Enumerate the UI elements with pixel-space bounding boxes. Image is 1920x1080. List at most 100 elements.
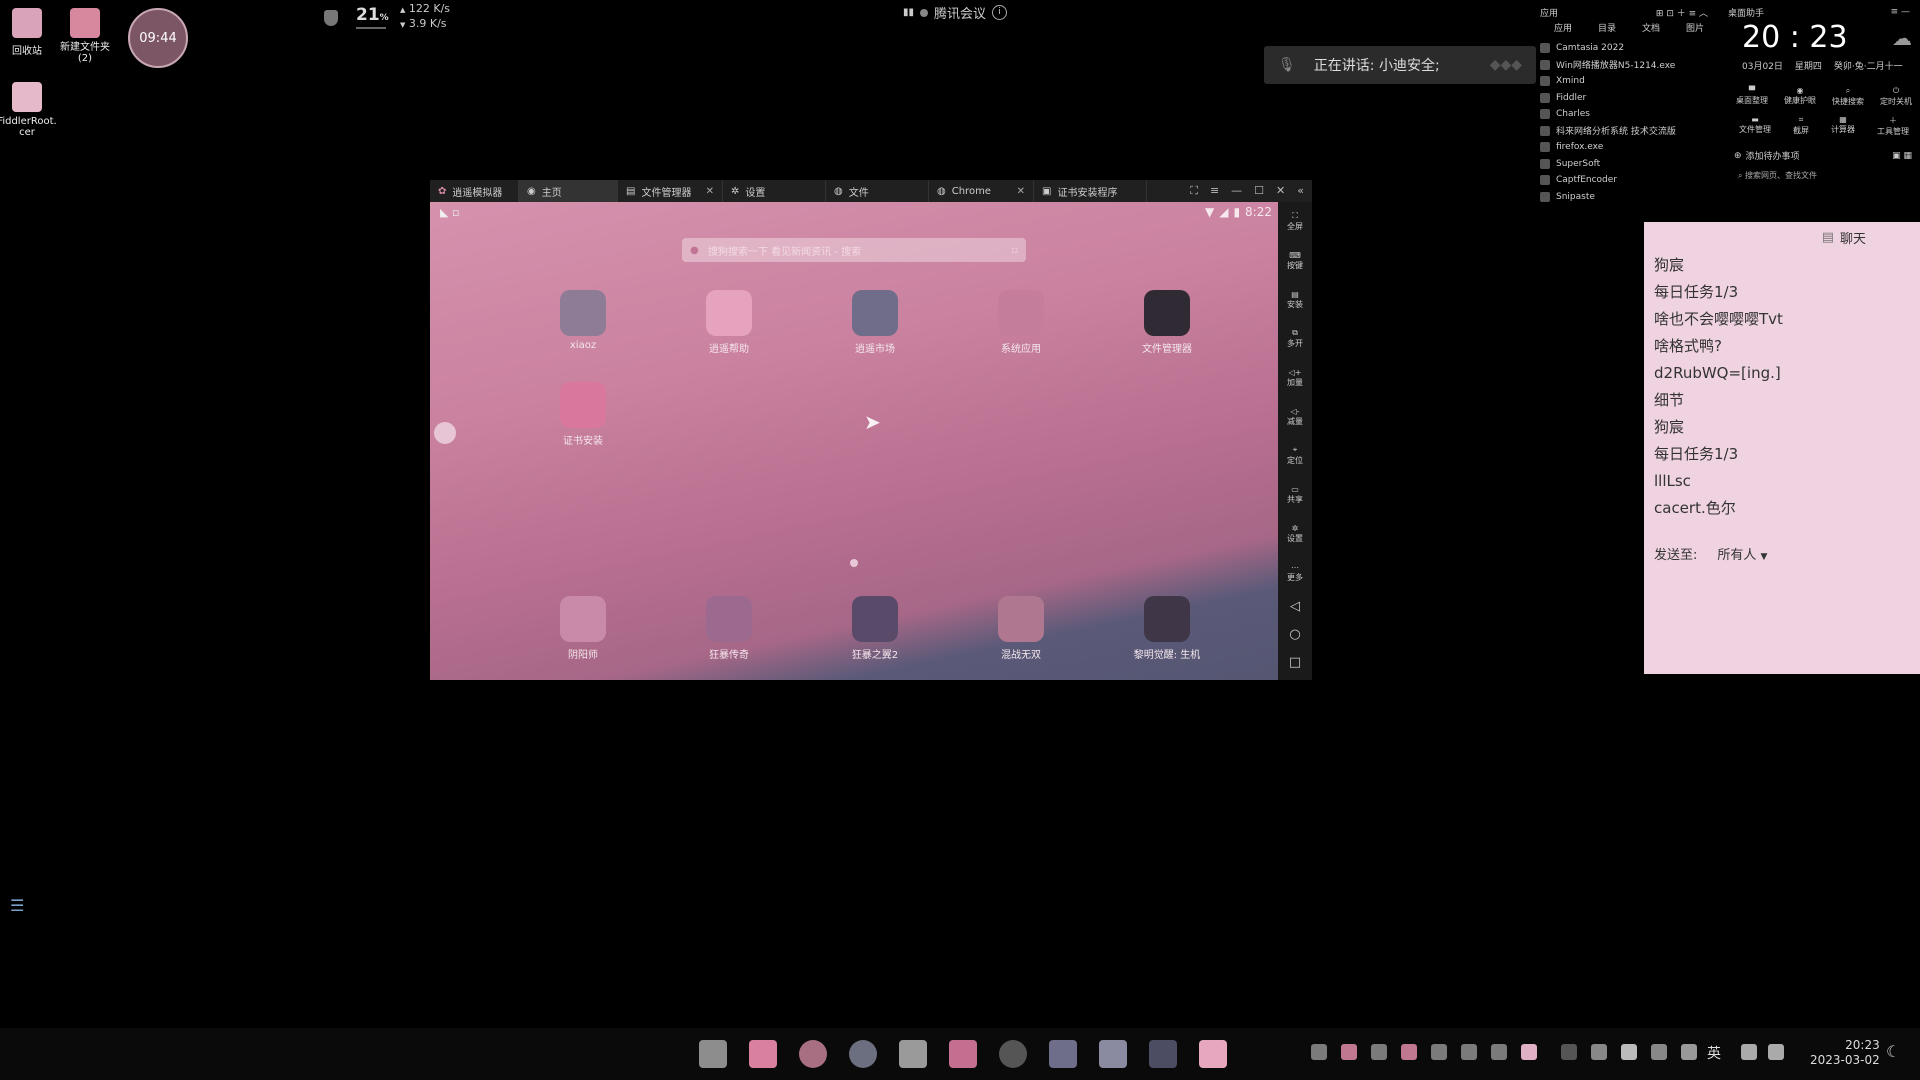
maximize-icon[interactable]: ☐ [1254, 184, 1264, 198]
tab-directory[interactable]: 目录 [1598, 21, 1616, 34]
usb-icon[interactable] [1651, 1044, 1667, 1060]
desktop-icon-fiddler-cert[interactable]: FiddlerRoot. cer [0, 82, 62, 138]
floating-ball[interactable] [434, 422, 456, 444]
clock-widget[interactable]: 09:44 [128, 8, 188, 68]
app-system-apps[interactable]: 系统应用 [976, 290, 1066, 355]
tab-images[interactable]: 图片 [1686, 21, 1704, 34]
tool-share[interactable]: ▭ 共享 [1278, 475, 1312, 514]
tool-fullscreen[interactable]: ⛶ 全屏 [1278, 202, 1312, 241]
app-xiaoz[interactable]: xiaoz [538, 290, 628, 351]
tab-documents[interactable]: 文档 [1642, 21, 1660, 34]
speaker-icon[interactable] [1768, 1044, 1784, 1060]
tool-timed-shutdown[interactable]: ⏻ 定时关机 [1880, 86, 1912, 107]
display-icon[interactable] [1741, 1044, 1757, 1060]
start-menu-icon[interactable] [699, 1040, 727, 1068]
app-cert-installer[interactable]: 证书安装 [538, 382, 628, 447]
ime-indicator[interactable]: 英 [1707, 1043, 1721, 1063]
shield-icon[interactable] [324, 10, 338, 26]
app-item[interactable]: Camtasia 2022 [1540, 40, 1708, 57]
tool-desktop-organize[interactable]: ▀ 桌面整理 [1736, 86, 1768, 107]
tray-paw-icon[interactable] [1401, 1044, 1417, 1060]
tool-more[interactable]: ⋯ 更多 [1278, 553, 1312, 592]
close-icon[interactable]: ✕ [1017, 186, 1025, 197]
tray-pie-icon[interactable] [1491, 1044, 1507, 1060]
dock-app-onmyoji[interactable]: 阴阳师 [538, 596, 628, 661]
diamond-app-icon[interactable] [1149, 1040, 1177, 1068]
tool-install-apk[interactable]: ▤ 安装 [1278, 280, 1312, 319]
file-explorer-icon[interactable] [749, 1040, 777, 1068]
tool-eye-care[interactable]: ◉ 健康护眼 [1784, 86, 1816, 107]
helper-search[interactable]: ⌕ 搜索网页、查找文件 [1728, 170, 1920, 181]
search-clear-icon[interactable]: ▫ [1011, 245, 1018, 256]
tab-emulator-home-logo[interactable]: ✿ 逍遥模拟器 [430, 180, 519, 202]
app-item[interactable]: SuperSoft [1540, 156, 1708, 173]
tool-keymap[interactable]: ⌨ 按键 [1278, 241, 1312, 280]
tool-location[interactable]: ⌖ 定位 [1278, 436, 1312, 475]
tab-settings[interactable]: ✲ 设置 [723, 180, 826, 202]
info-icon[interactable]: i [992, 5, 1008, 20]
nav-home-button[interactable]: ○ [1278, 620, 1312, 648]
app-item[interactable]: Fiddler [1540, 90, 1708, 107]
tool-manager[interactable]: ＋ 工具管理 [1877, 115, 1909, 137]
copy-icon[interactable] [1591, 1044, 1607, 1060]
desktop-icon-new-folder[interactable]: 新建文件夹 (2) [50, 8, 120, 64]
app-help[interactable]: 逍遥帮助 [684, 290, 774, 355]
tab-apps[interactable]: 应用 [1554, 21, 1572, 34]
java-icon[interactable] [1199, 1040, 1227, 1068]
app-item[interactable]: Xmind [1540, 73, 1708, 90]
fullscreen-icon[interactable]: ⛶ [1190, 184, 1198, 198]
meeting-indicator[interactable]: ▮▮ 腾讯会议 i [903, 3, 1008, 22]
close-icon[interactable]: ✕ [706, 186, 714, 197]
wechat-icon[interactable] [899, 1040, 927, 1068]
app-t-icon[interactable] [1049, 1040, 1077, 1068]
emulator-taskbar-icon[interactable] [949, 1040, 977, 1068]
tool-calculator[interactable]: ▦ 计算器 [1831, 115, 1855, 137]
image-viewer-icon[interactable] [1099, 1040, 1127, 1068]
tool-volume-up[interactable]: ◁+ 加量 [1278, 358, 1312, 397]
taskbar-clock[interactable]: 20:23 2023-03-02 [1810, 1038, 1880, 1068]
network-icon[interactable] [1561, 1044, 1577, 1060]
app-item[interactable]: Charles [1540, 106, 1708, 123]
nav-recents-button[interactable]: □ [1278, 648, 1312, 676]
tab-file-manager[interactable]: ▤ 文件管理器 ✕ [618, 180, 723, 202]
app-item[interactable]: Win网络播放器N5-1214.exe [1540, 57, 1708, 74]
tool-quick-search[interactable]: ⌕ 快捷搜索 [1832, 86, 1864, 107]
dock-app-kuangbao[interactable]: 狂暴传奇 [684, 596, 774, 661]
app-item[interactable]: firefox.exe [1540, 139, 1708, 156]
app-file-manager[interactable]: 文件管理器 [1122, 290, 1212, 355]
tool-screenshot[interactable]: ⌗ 截屏 [1793, 115, 1809, 137]
chrome-icon[interactable] [799, 1040, 827, 1068]
tray-shield-icon[interactable] [1371, 1044, 1387, 1060]
collapse-icon[interactable]: « [1297, 184, 1304, 198]
tool-multi-instance[interactable]: ⧉ 多开 [1278, 319, 1312, 358]
tray-image-icon[interactable] [1311, 1044, 1327, 1060]
list-icon[interactable]: ☰ [10, 896, 24, 915]
browser-icon[interactable] [999, 1040, 1027, 1068]
menu-icon[interactable]: ≡ [1210, 184, 1219, 198]
nav-back-button[interactable]: ◁ [1278, 592, 1312, 620]
app-item[interactable]: Snipaste [1540, 189, 1708, 206]
tool-settings[interactable]: ✲ 设置 [1278, 514, 1312, 553]
weather-cloud-icon[interactable]: ☁ [1892, 26, 1912, 50]
tab-cert-installer[interactable]: ▣ 证书安装程序 [1034, 180, 1147, 202]
add-todo[interactable]: 添加待办事项 [1746, 149, 1800, 162]
dock-app-dawn[interactable]: 黎明觉醒: 生机 [1122, 596, 1212, 661]
app-item[interactable]: 科来网络分析系统 技术交流版 [1540, 123, 1708, 140]
tab-chrome[interactable]: ◍ Chrome ✕ [929, 180, 1034, 202]
tray-monitor-icon[interactable] [1461, 1044, 1477, 1060]
tray-screen-icon[interactable] [1521, 1044, 1537, 1060]
app-item[interactable]: CaptfEncoder [1540, 172, 1708, 189]
send-to-select[interactable]: 所有人 ▼ [1717, 544, 1767, 563]
dock-app-hunzhan[interactable]: 混战无双 [976, 596, 1066, 661]
tool-volume-down[interactable]: ◁- 减量 [1278, 397, 1312, 436]
tray-emulator-icon[interactable] [1341, 1044, 1357, 1060]
moon-icon[interactable]: ☾ [1886, 1042, 1900, 1061]
edge-icon[interactable] [849, 1040, 877, 1068]
tab-files[interactable]: ◍ 文件 [826, 180, 929, 202]
tray-t-icon[interactable] [1431, 1044, 1447, 1060]
app-market[interactable]: 逍遥市场 [830, 290, 920, 355]
panel-tools-icon[interactable]: ⊞ ⊡ ＋ ≡ ︿ [1656, 6, 1708, 19]
add-todo-icon[interactable]: ⊕ [1734, 151, 1742, 161]
calendar-icon[interactable]: ▣ ▦ [1892, 151, 1912, 161]
android-screen[interactable]: ◣ ▫ ▼ ◢ ▮ 8:22 ● 搜狗搜索一下 看见新闻资讯 - 搜索 ▫ xi… [430, 202, 1278, 680]
